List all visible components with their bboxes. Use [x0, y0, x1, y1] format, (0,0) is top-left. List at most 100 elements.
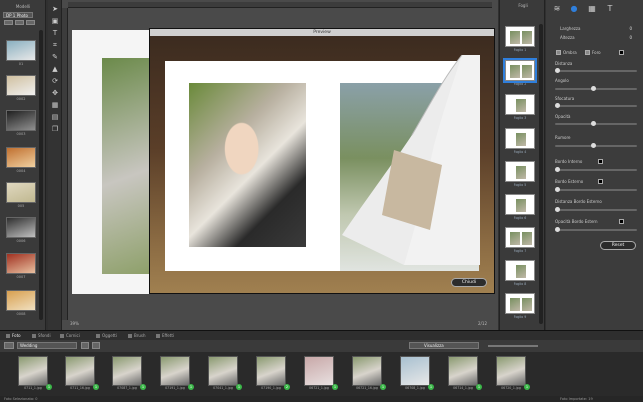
page-thumb[interactable]: Foglio 3 — [505, 94, 535, 120]
noise-slider[interactable] — [555, 143, 637, 148]
photo-item[interactable]: 0711_1.jpg 1 — [18, 356, 52, 392]
grid-icon[interactable]: ▦ — [50, 100, 60, 110]
content-tabs: Foto Sfondi Cornici Oggetti Brush Effett… — [0, 330, 643, 340]
inner-border-color-swatch[interactable] — [598, 159, 603, 164]
blur-slider[interactable] — [555, 103, 637, 108]
grid-panel-icon[interactable]: ▦ — [586, 4, 598, 14]
tab-brush[interactable]: Brush — [128, 332, 146, 340]
inner-border-slider[interactable] — [555, 167, 637, 172]
model-thumb[interactable]: 0002 — [6, 75, 36, 101]
tab-oggetti[interactable]: Oggetti — [96, 332, 117, 340]
outer-opacity-color-swatch[interactable] — [619, 219, 624, 224]
page-curl[interactable] — [342, 55, 480, 265]
view-select[interactable]: Visualizza — [409, 342, 479, 349]
photo-item[interactable]: 07190_1.jpg 2 — [256, 356, 290, 392]
select-icon[interactable]: ▣ — [50, 16, 60, 26]
page-photo[interactable] — [102, 58, 150, 274]
import-button[interactable] — [4, 342, 14, 349]
page-thumb-active[interactable]: Foglio 2 — [503, 58, 537, 86]
cursor-icon[interactable]: ➤ — [50, 4, 60, 14]
shadow-checkbox[interactable] — [556, 50, 561, 55]
page-thumb[interactable]: Foglio 5 — [505, 161, 535, 187]
outer-border-slider[interactable] — [555, 187, 637, 192]
usage-badge: 1 — [380, 384, 386, 390]
outer-opacity-slider[interactable] — [555, 227, 637, 232]
page-thumb[interactable]: Foglio 7 — [505, 227, 535, 253]
inner-border-label: Bordo Interno — [555, 159, 583, 164]
pen-icon[interactable]: ✎ — [50, 52, 60, 62]
angle-slider[interactable] — [555, 86, 637, 91]
add-model-button[interactable] — [4, 20, 13, 25]
copy-icon[interactable]: ❐ — [50, 124, 60, 134]
layers-icon[interactable]: ≋ — [551, 4, 563, 14]
models-panel-title: Modelli — [15, 4, 31, 9]
border-checkbox[interactable] — [585, 50, 590, 55]
tab-effetti[interactable]: Effetti — [156, 332, 174, 340]
models-scrollbar[interactable] — [39, 30, 43, 320]
shadow-label: Ombra — [563, 50, 577, 55]
page-thumb[interactable]: Foglio 8 — [505, 260, 535, 286]
model-thumb[interactable]: 0008 — [6, 290, 36, 316]
pages-panel-title: Fogli — [518, 3, 528, 8]
distance-slider[interactable] — [555, 68, 637, 73]
opacity-slider[interactable] — [555, 121, 637, 126]
page-thumb[interactable]: Foglio 4 — [505, 128, 535, 154]
photo-item[interactable]: 06708_1.jpg 1 — [400, 356, 434, 392]
close-preview-button[interactable]: Chiudi — [451, 278, 487, 287]
pages-scrollbar[interactable] — [539, 24, 543, 324]
model-thumb[interactable]: 0007 — [6, 253, 36, 279]
model-thumb[interactable]: 0004 — [6, 147, 36, 173]
folder-add-button[interactable] — [81, 342, 89, 349]
tab-cornici[interactable]: Cornici — [60, 332, 80, 340]
model-thumb[interactable]: 01 — [6, 40, 36, 66]
photo-item[interactable]: 07191_1.jpg 1 — [160, 356, 194, 392]
reset-button[interactable]: Reset — [600, 241, 636, 250]
delete-model-button[interactable] — [26, 20, 35, 25]
photo-item[interactable]: 06721_16.jpg 1 — [352, 356, 386, 392]
model-set-select[interactable]: DP 1 Photo — [3, 12, 33, 18]
stamp-icon[interactable]: ▲ — [50, 64, 60, 74]
model-thumb[interactable]: 005 — [6, 182, 36, 208]
text-icon[interactable]: T — [50, 28, 60, 38]
page-thumb[interactable]: Foglio 6 — [505, 194, 535, 220]
page-thumb[interactable]: Foglio 9 — [505, 293, 535, 319]
tab-foto[interactable]: Foto — [6, 332, 21, 340]
photo-item[interactable]: 0711_16.jpg 1 — [65, 356, 99, 392]
page-thumb[interactable]: Foglio 1 — [505, 26, 535, 52]
crop-icon[interactable]: ⌗ — [50, 40, 60, 50]
zoom-level[interactable]: 39% — [70, 321, 79, 326]
tab-sfondi[interactable]: Sfondi — [32, 332, 51, 340]
layout-icon[interactable]: ▤ — [50, 112, 60, 122]
photo-item[interactable]: 06714_1.jpg 1 — [448, 356, 482, 392]
photo-item[interactable]: 07041_1.jpg 1 — [208, 356, 242, 392]
folder-select[interactable]: Wedding — [17, 342, 77, 349]
thumbnail-size-slider[interactable] — [488, 345, 538, 347]
effects-icon[interactable]: ● — [568, 4, 580, 14]
photo-item[interactable]: 06720_1.jpg 1 — [496, 356, 530, 392]
outer-border-label: Bordo Esterno — [555, 179, 584, 184]
border-label: Foro — [592, 50, 601, 55]
folder-refresh-button[interactable] — [92, 342, 100, 349]
usage-badge: 1 — [428, 384, 434, 390]
width-row: Larghezza 0 — [560, 26, 632, 31]
text-panel-icon[interactable]: T — [604, 4, 616, 14]
folder-model-button[interactable] — [15, 20, 24, 25]
usage-badge: 1 — [236, 384, 242, 390]
zoom-icon[interactable]: ✥ — [50, 88, 60, 98]
outer-border-color-swatch[interactable] — [598, 179, 603, 184]
usage-badge: 2 — [284, 384, 290, 390]
status-bar — [0, 396, 643, 402]
status-imported: Foto Importate: 19 — [560, 397, 593, 401]
shadow-color-swatch[interactable] — [619, 50, 624, 55]
outer-distance-slider[interactable] — [555, 207, 637, 212]
noise-label: Rumore — [555, 135, 571, 140]
height-value[interactable]: 0 — [629, 35, 632, 40]
photo-item[interactable]: 06721_1.jpg 1 — [304, 356, 338, 392]
photo-item[interactable]: 07087_1.jpg 1 — [112, 356, 146, 392]
vertical-ruler — [62, 8, 68, 320]
width-value[interactable]: 0 — [629, 26, 632, 31]
model-thumb[interactable]: 0003 — [6, 110, 36, 136]
angle-label: Angolo — [555, 78, 569, 83]
rotate-icon[interactable]: ⟳ — [50, 76, 60, 86]
model-thumb[interactable]: 0006 — [6, 217, 36, 243]
